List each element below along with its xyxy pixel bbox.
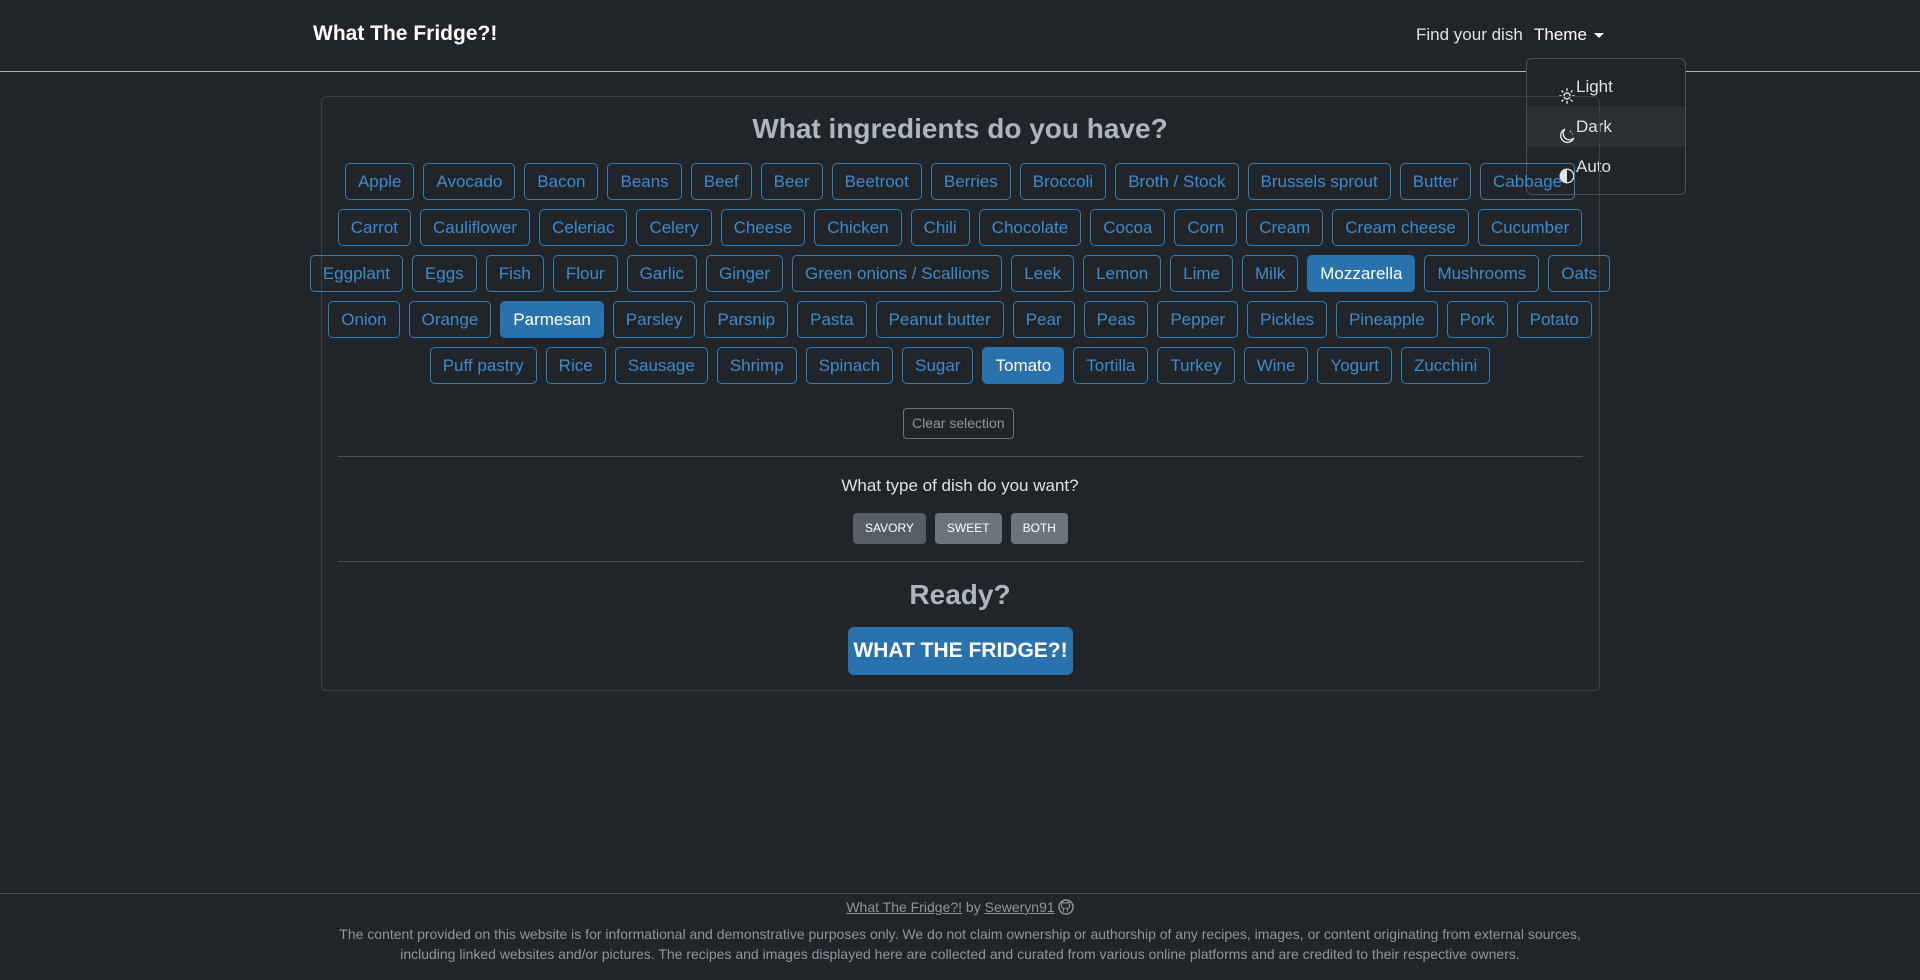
ingredient-row: Puff pastry Rice Sausage Shrimp Spinach Sugar… — [330, 347, 1590, 384]
what-the-fridge-submit-button[interactable]: WHAT THE FRIDGE?! — [848, 627, 1073, 675]
clear-selection-button[interactable]: Clear selection — [903, 408, 1014, 439]
divider — [338, 456, 1583, 457]
ingredient-chip[interactable]: Eggs — [411, 255, 477, 292]
ingredient-chip[interactable]: Zucchini — [1400, 347, 1491, 384]
ingredient-chip[interactable]: Beans — [607, 163, 682, 200]
ingredient-chip[interactable]: Oats — [1548, 255, 1611, 292]
ingredient-chip[interactable]: Beetroot — [831, 163, 922, 200]
ingredient-chip[interactable]: Chocolate — [978, 209, 1082, 246]
ingredient-chip[interactable]: Milk — [1242, 255, 1299, 292]
ingredient-chip[interactable]: Pear — [1012, 301, 1075, 338]
ingredient-chip[interactable]: Chili — [910, 209, 970, 246]
ingredient-chip[interactable]: Broth / Stock — [1115, 163, 1239, 200]
ingredient-chip[interactable]: Cucumber — [1477, 209, 1583, 246]
theme-dropdown-toggle[interactable]: Theme — [1534, 25, 1604, 45]
ingredient-chip[interactable]: Tortilla — [1073, 347, 1149, 384]
ingredient-chip[interactable]: Peas — [1083, 301, 1149, 338]
ingredient-chip[interactable]: Carrot — [337, 209, 411, 246]
dish-both-button[interactable]: BOTH — [1010, 513, 1068, 544]
find-your-dish-link[interactable]: Find your dish — [1416, 25, 1523, 45]
ingredient-chip[interactable]: Berries — [930, 163, 1011, 200]
ingredient-chip[interactable]: Bacon — [524, 163, 599, 200]
ingredient-chip[interactable]: Beer — [760, 163, 823, 200]
ingredient-chip[interactable]: Yogurt — [1317, 347, 1392, 384]
ingredient-chip[interactable]: Puff pastry — [429, 347, 537, 384]
ingredient-chip[interactable]: Green onions / Scallions — [792, 255, 1003, 292]
ingredient-chip[interactable]: Mozzarella — [1307, 255, 1416, 292]
ingredient-chip[interactable]: Lime — [1170, 255, 1234, 292]
github-icon[interactable] — [1057, 899, 1074, 915]
ingredient-chip[interactable]: Sugar — [902, 347, 974, 384]
ingredient-chip[interactable]: Tomato — [982, 347, 1065, 384]
ingredient-chip[interactable]: Peanut butter — [875, 301, 1004, 338]
footer-disclaimer: The content provided on this website is … — [339, 926, 1581, 962]
ingredient-chip[interactable]: Parsnip — [704, 301, 789, 338]
ingredient-row: Apple Avocado Bacon Beans Beef Beer Beetroot Be… — [330, 163, 1590, 200]
ingredient-chip[interactable]: Apple — [344, 163, 415, 200]
ingredient-chip[interactable]: Rice — [545, 347, 606, 384]
ingredient-chip[interactable]: Butter — [1399, 163, 1472, 200]
ingredient-chip[interactable]: Brussels sprout — [1247, 163, 1391, 200]
caret-down-icon — [1593, 33, 1604, 39]
ingredient-chip[interactable]: Pineapple — [1336, 301, 1438, 338]
ingredient-chip[interactable]: Parsley — [612, 301, 696, 338]
ingredient-chip[interactable]: Orange — [408, 301, 492, 338]
ingredient-chip[interactable]: Cocoa — [1090, 209, 1166, 246]
brand-logo[interactable]: What The Fridge?! — [313, 22, 497, 46]
ingredient-chip[interactable]: Potato — [1516, 301, 1592, 338]
ingredient-chip[interactable]: Fish — [485, 255, 544, 292]
ingredient-row: Carrot Cauliflower Celeriac Celery Cheese Chi… — [330, 209, 1590, 246]
ingredient-chip[interactable]: Cream — [1246, 209, 1324, 246]
ingredient-chip[interactable]: Pork — [1446, 301, 1508, 338]
ingredient-chip[interactable]: Cheese — [720, 209, 806, 246]
ingredient-chip[interactable]: Parmesan — [500, 301, 604, 338]
ingredient-chip[interactable]: Pasta — [797, 301, 867, 338]
ingredient-chip[interactable]: Avocado — [423, 163, 516, 200]
ingredient-chip[interactable]: Leek — [1011, 255, 1075, 292]
ingredient-chip[interactable]: Cabbage — [1480, 163, 1576, 200]
dish-sweet-button[interactable]: SWEET — [934, 513, 1002, 544]
ingredient-chip[interactable]: Wine — [1243, 347, 1309, 384]
dish-type-group: SAVORY SWEET BOTH — [853, 513, 1068, 544]
divider — [338, 561, 1583, 562]
ingredient-chip[interactable]: Ginger — [705, 255, 784, 292]
ready-heading: Ready? — [909, 579, 1011, 610]
ingredient-chip[interactable]: Mushrooms — [1424, 255, 1540, 292]
ingredient-chip[interactable]: Corn — [1174, 209, 1238, 246]
ingredient-chip[interactable]: Garlic — [626, 255, 697, 292]
ingredient-chip[interactable]: Sausage — [614, 347, 708, 384]
ingredient-chip[interactable]: Shrimp — [716, 347, 797, 384]
ingredient-chip[interactable]: Beef — [690, 163, 752, 200]
ingredient-chip[interactable]: Cauliflower — [420, 209, 531, 246]
ingredient-chip[interactable]: Chicken — [814, 209, 902, 246]
ingredient-chip[interactable]: Spinach — [805, 347, 894, 384]
ingredient-chip[interactable]: Celery — [636, 209, 712, 246]
ingredient-row: Onion Orange Parmesan Parsley Parsnip Pasta Pe… — [328, 301, 1592, 338]
ingredient-chip[interactable]: Onion — [328, 301, 400, 338]
ingredient-chip[interactable]: Lemon — [1083, 255, 1162, 292]
ingredient-chip[interactable]: Eggplant — [309, 255, 403, 292]
ingredient-chip[interactable]: Pickles — [1247, 301, 1328, 338]
ingredient-row: Eggplant Eggs Fish Flour Garlic Ginger Green o… — [309, 255, 1611, 292]
author-link[interactable]: Seweryn91 — [985, 899, 1055, 915]
ingredient-chip[interactable]: Pepper — [1157, 301, 1239, 338]
dish-type-question: What type of dish do you want? — [841, 476, 1079, 495]
ingredient-chip[interactable]: Flour — [552, 255, 618, 292]
footer-by-text: by — [965, 899, 981, 915]
footer-credits: What The Fridge?! by Seweryn91 — [0, 899, 1920, 915]
sun-icon — [1559, 79, 1575, 104]
ingredient-chip[interactable]: Broccoli — [1019, 163, 1107, 200]
ingredients-heading: What ingredients do you have? — [752, 113, 1168, 144]
ingredient-chip[interactable]: Celeriac — [539, 209, 628, 246]
ingredient-chip[interactable]: Turkey — [1157, 347, 1235, 384]
app-link[interactable]: What The Fridge?! — [846, 899, 962, 915]
dish-savory-button[interactable]: SAVORY — [853, 513, 926, 544]
theme-label: Theme — [1534, 25, 1587, 44]
ingredient-chip[interactable]: Cream cheese — [1332, 209, 1469, 246]
ingredient-chip-grid: Apple Avocado Bacon Beans Beef Beer Beetroot Be… — [309, 163, 1611, 393]
